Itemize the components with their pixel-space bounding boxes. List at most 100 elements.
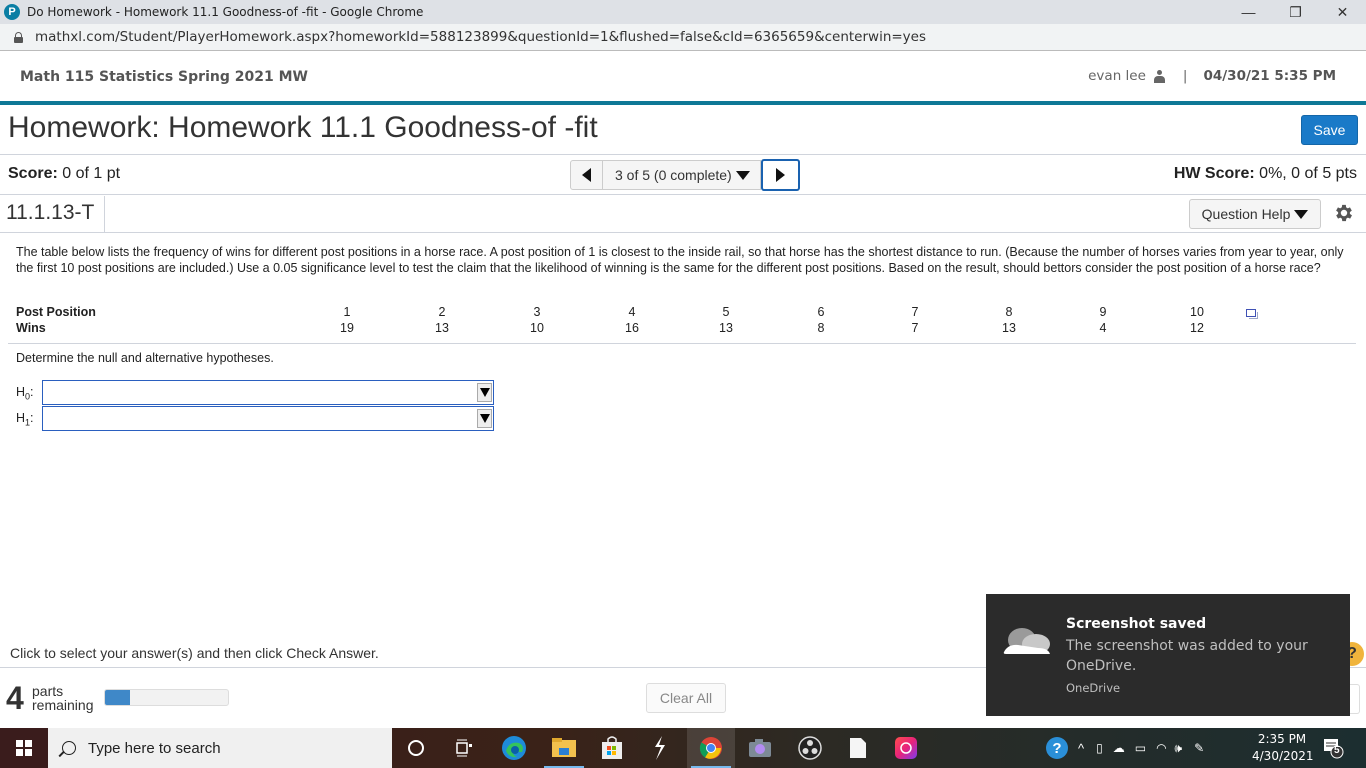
- next-question-button[interactable]: [760, 159, 800, 191]
- table-cell: 12: [1190, 321, 1204, 335]
- header-accent-line: [0, 101, 1366, 105]
- url-text[interactable]: mathxl.com/Student/PlayerHomework.aspx?h…: [35, 29, 926, 45]
- onedrive-tray-icon[interactable]: ☁: [1113, 741, 1125, 755]
- table-cell: 7: [911, 321, 919, 335]
- table-cell: 5: [722, 305, 730, 319]
- question-help-button[interactable]: Question Help: [1189, 199, 1321, 229]
- previous-question-button[interactable]: [570, 160, 603, 190]
- divider: [104, 196, 105, 232]
- table-cell: 10: [530, 321, 544, 335]
- arrow-left-icon: [582, 168, 591, 182]
- dropdown-arrow-icon[interactable]: [477, 409, 492, 428]
- onedrive-cloud-icon: [1003, 628, 1050, 654]
- browser-title-bar: P Do Homework - Homework 11.1 Goodness-o…: [0, 0, 1366, 24]
- table-cell: 3: [533, 305, 541, 319]
- score-value: 0 of 1 pt: [57, 165, 121, 182]
- table-cell: 16: [625, 321, 639, 335]
- close-button[interactable]: ✕: [1319, 0, 1366, 24]
- windows-logo-icon: [16, 740, 32, 756]
- question-text: The table below lists the frequency of w…: [16, 245, 1344, 275]
- h1-label: H1:: [16, 411, 34, 428]
- file-explorer-icon[interactable]: [540, 728, 588, 768]
- window-title: Do Homework - Homework 11.1 Goodness-of …: [27, 5, 424, 19]
- course-header: Math 115 Statistics Spring 2021 MW evan …: [0, 52, 1366, 102]
- user-icon: [1153, 69, 1165, 83]
- windows-taskbar: Type here to search ? ^ ▯ ☁ ▭ ◠ 🕪 ✎ 2:35…: [0, 728, 1366, 768]
- h0-label: H0:: [16, 385, 34, 402]
- volume-icon[interactable]: 🕪: [1175, 741, 1183, 756]
- question-score: Score: 0 of 1 pt: [8, 165, 120, 183]
- course-title: Math 115 Statistics Spring 2021 MW: [20, 69, 308, 85]
- clear-all-button[interactable]: Clear All: [646, 683, 726, 713]
- table-row-wins: Wins 19 13 10 16 13 8 7 13 4 12: [16, 321, 1356, 337]
- h0-dropdown[interactable]: [42, 380, 494, 405]
- chrome-icon[interactable]: [687, 728, 735, 768]
- search-icon: [62, 741, 76, 755]
- toast-title: Screenshot saved: [1066, 616, 1207, 632]
- start-button[interactable]: [0, 728, 48, 768]
- copy-data-icon[interactable]: [1246, 309, 1258, 319]
- h-colon: :: [30, 411, 34, 425]
- help-tray-icon[interactable]: ?: [1046, 737, 1068, 759]
- question-select-dropdown[interactable]: 3 of 5 (0 complete): [603, 160, 761, 190]
- file-icon[interactable]: [834, 728, 882, 768]
- homework-score: HW Score: 0%, 0 of 5 pts: [1174, 165, 1357, 183]
- table-cell: 8: [1005, 305, 1013, 319]
- wifi-icon[interactable]: ◠: [1156, 741, 1166, 755]
- row-label: Post Position: [16, 305, 96, 319]
- gear-icon[interactable]: [1333, 202, 1355, 224]
- system-tray: ? ^ ▯ ☁ ▭ ◠ 🕪 ✎: [1046, 728, 1204, 768]
- data-table: Post Position 1 2 3 4 5 6 7 8 9 10 Wins …: [16, 305, 1356, 337]
- action-center-icon[interactable]: 5: [1322, 737, 1344, 759]
- progress-fill: [105, 690, 130, 705]
- hw-score-value: 0%, 0 of 5 pts: [1254, 165, 1357, 182]
- row-label: Wins: [16, 321, 46, 335]
- onedrive-notification-toast[interactable]: Screenshot saved The screenshot was adde…: [986, 594, 1350, 716]
- table-cell: 8: [817, 321, 825, 335]
- cortana-icon[interactable]: [392, 728, 440, 768]
- table-cell: 7: [911, 305, 919, 319]
- battery-icon[interactable]: ▭: [1135, 741, 1146, 755]
- clock-time: 2:35 PM: [1257, 732, 1307, 746]
- user-name[interactable]: evan lee: [1088, 68, 1146, 84]
- task-view-icon[interactable]: [440, 728, 488, 768]
- toast-app-name: OneDrive: [1066, 681, 1121, 695]
- answer-instructions: Click to select your answer(s) and then …: [10, 645, 379, 661]
- toast-body: The screenshot was added to your OneDriv…: [1066, 638, 1308, 674]
- parts-remaining-label: parts remaining: [32, 684, 93, 712]
- dropdown-arrow-icon[interactable]: [477, 383, 492, 402]
- meet-now-icon[interactable]: ▯: [1096, 741, 1103, 755]
- score-label: Score:: [8, 165, 58, 182]
- chevron-up-icon[interactable]: ^: [1078, 741, 1084, 756]
- arrow-right-icon: [775, 168, 785, 182]
- obs-icon[interactable]: [786, 728, 834, 768]
- table-cell: 13: [719, 321, 733, 335]
- microsoft-store-icon[interactable]: [588, 728, 636, 768]
- app-icon[interactable]: [636, 728, 684, 768]
- table-cell: 13: [1002, 321, 1016, 335]
- parts-remaining-count: 4: [6, 680, 24, 716]
- notification-count: 5: [1334, 745, 1340, 756]
- edge-icon[interactable]: [490, 728, 538, 768]
- question-id: 11.1.13-T: [6, 201, 95, 224]
- camera-icon[interactable]: [736, 728, 784, 768]
- header-datetime: 04/30/21 5:35 PM: [1203, 68, 1336, 84]
- taskbar-search-box[interactable]: Type here to search: [48, 728, 392, 768]
- question-help-label: Question Help: [1201, 206, 1291, 222]
- table-cell: 4: [1099, 321, 1107, 335]
- minimize-button[interactable]: —: [1225, 0, 1272, 24]
- table-cell: 6: [817, 305, 825, 319]
- h-letter: H: [16, 411, 26, 425]
- restore-button[interactable]: ❐: [1272, 0, 1319, 24]
- table-cell: 1: [343, 305, 351, 319]
- creative-cloud-icon[interactable]: [882, 728, 930, 768]
- address-bar[interactable]: mathxl.com/Student/PlayerHomework.aspx?h…: [0, 24, 1366, 51]
- check-answer-button-edge[interactable]: [1350, 684, 1360, 714]
- h1-dropdown[interactable]: [42, 406, 494, 431]
- question-navigator: 3 of 5 (0 complete): [570, 159, 800, 191]
- taskbar-clock[interactable]: 2:35 PM 4/30/2021: [1252, 731, 1314, 765]
- save-button[interactable]: Save: [1301, 115, 1358, 145]
- pen-icon[interactable]: ✎: [1194, 741, 1204, 755]
- question-prompt: Determine the null and alternative hypot…: [16, 351, 274, 365]
- table-cell: 9: [1099, 305, 1107, 319]
